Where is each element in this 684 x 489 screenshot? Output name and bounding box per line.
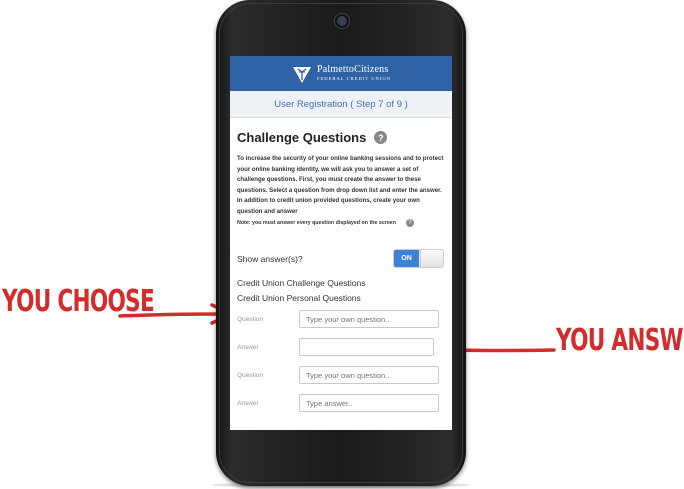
form-row: Answer <box>237 394 446 412</box>
you-answer-annotation: YOU ANSWER <box>556 323 684 358</box>
brand-name: PalmettoCitizens <box>316 64 389 76</box>
step-indicator: User Registration ( Step 7 of 9 ) <box>230 91 452 118</box>
section-personal-questions: Credit Union Personal Questions <box>237 293 361 303</box>
answer-1-input[interactable] <box>299 338 434 356</box>
note-help-icon[interactable]: ? <box>405 219 414 227</box>
challenge-form: Question Answer Question Answer <box>237 310 446 412</box>
show-answers-label: Show answer(s)? <box>237 253 303 264</box>
answer-2-input[interactable] <box>299 394 439 412</box>
camera-icon <box>335 14 349 28</box>
show-answers-row: Show answer(s)? ON <box>237 249 446 268</box>
form-row: Question <box>237 310 446 328</box>
form-row: Answer <box>237 338 446 356</box>
page-title: Challenge Questions <box>237 130 367 145</box>
palmetto-tree-logo-icon <box>292 66 311 83</box>
note-text: Note: you must answer every question dis… <box>237 220 396 226</box>
question-label: Question <box>237 315 264 323</box>
note-row: Note: you must answer every question dis… <box>237 219 446 227</box>
question-label: Question <box>237 371 264 379</box>
phone-frame: PalmettoCitizens FEDERAL CREDIT UNION Us… <box>216 0 466 486</box>
phone-screen: PalmettoCitizens FEDERAL CREDIT UNION Us… <box>230 56 452 430</box>
page-content: Challenge Questions ? To increase the se… <box>230 130 452 412</box>
question-1-input[interactable] <box>299 310 439 328</box>
page-heading: Challenge Questions ? <box>237 130 446 145</box>
help-icon[interactable]: ? <box>374 131 388 144</box>
answer-label: Answer <box>237 399 259 407</box>
form-row: Question <box>237 366 446 384</box>
toggle-on-label: ON <box>394 250 419 267</box>
brand-header: PalmettoCitizens FEDERAL CREDIT UNION <box>230 56 452 91</box>
question-2-input[interactable] <box>299 366 439 384</box>
section-cu-questions: Credit Union Challenge Questions <box>237 278 366 288</box>
brand-subtitle: FEDERAL CREDIT UNION <box>316 76 392 82</box>
toggle-knob[interactable] <box>420 250 443 267</box>
answer-label: Answer <box>237 343 259 351</box>
intro-text: To increase the security of your online … <box>237 155 444 215</box>
show-answers-toggle[interactable]: ON <box>393 249 444 268</box>
